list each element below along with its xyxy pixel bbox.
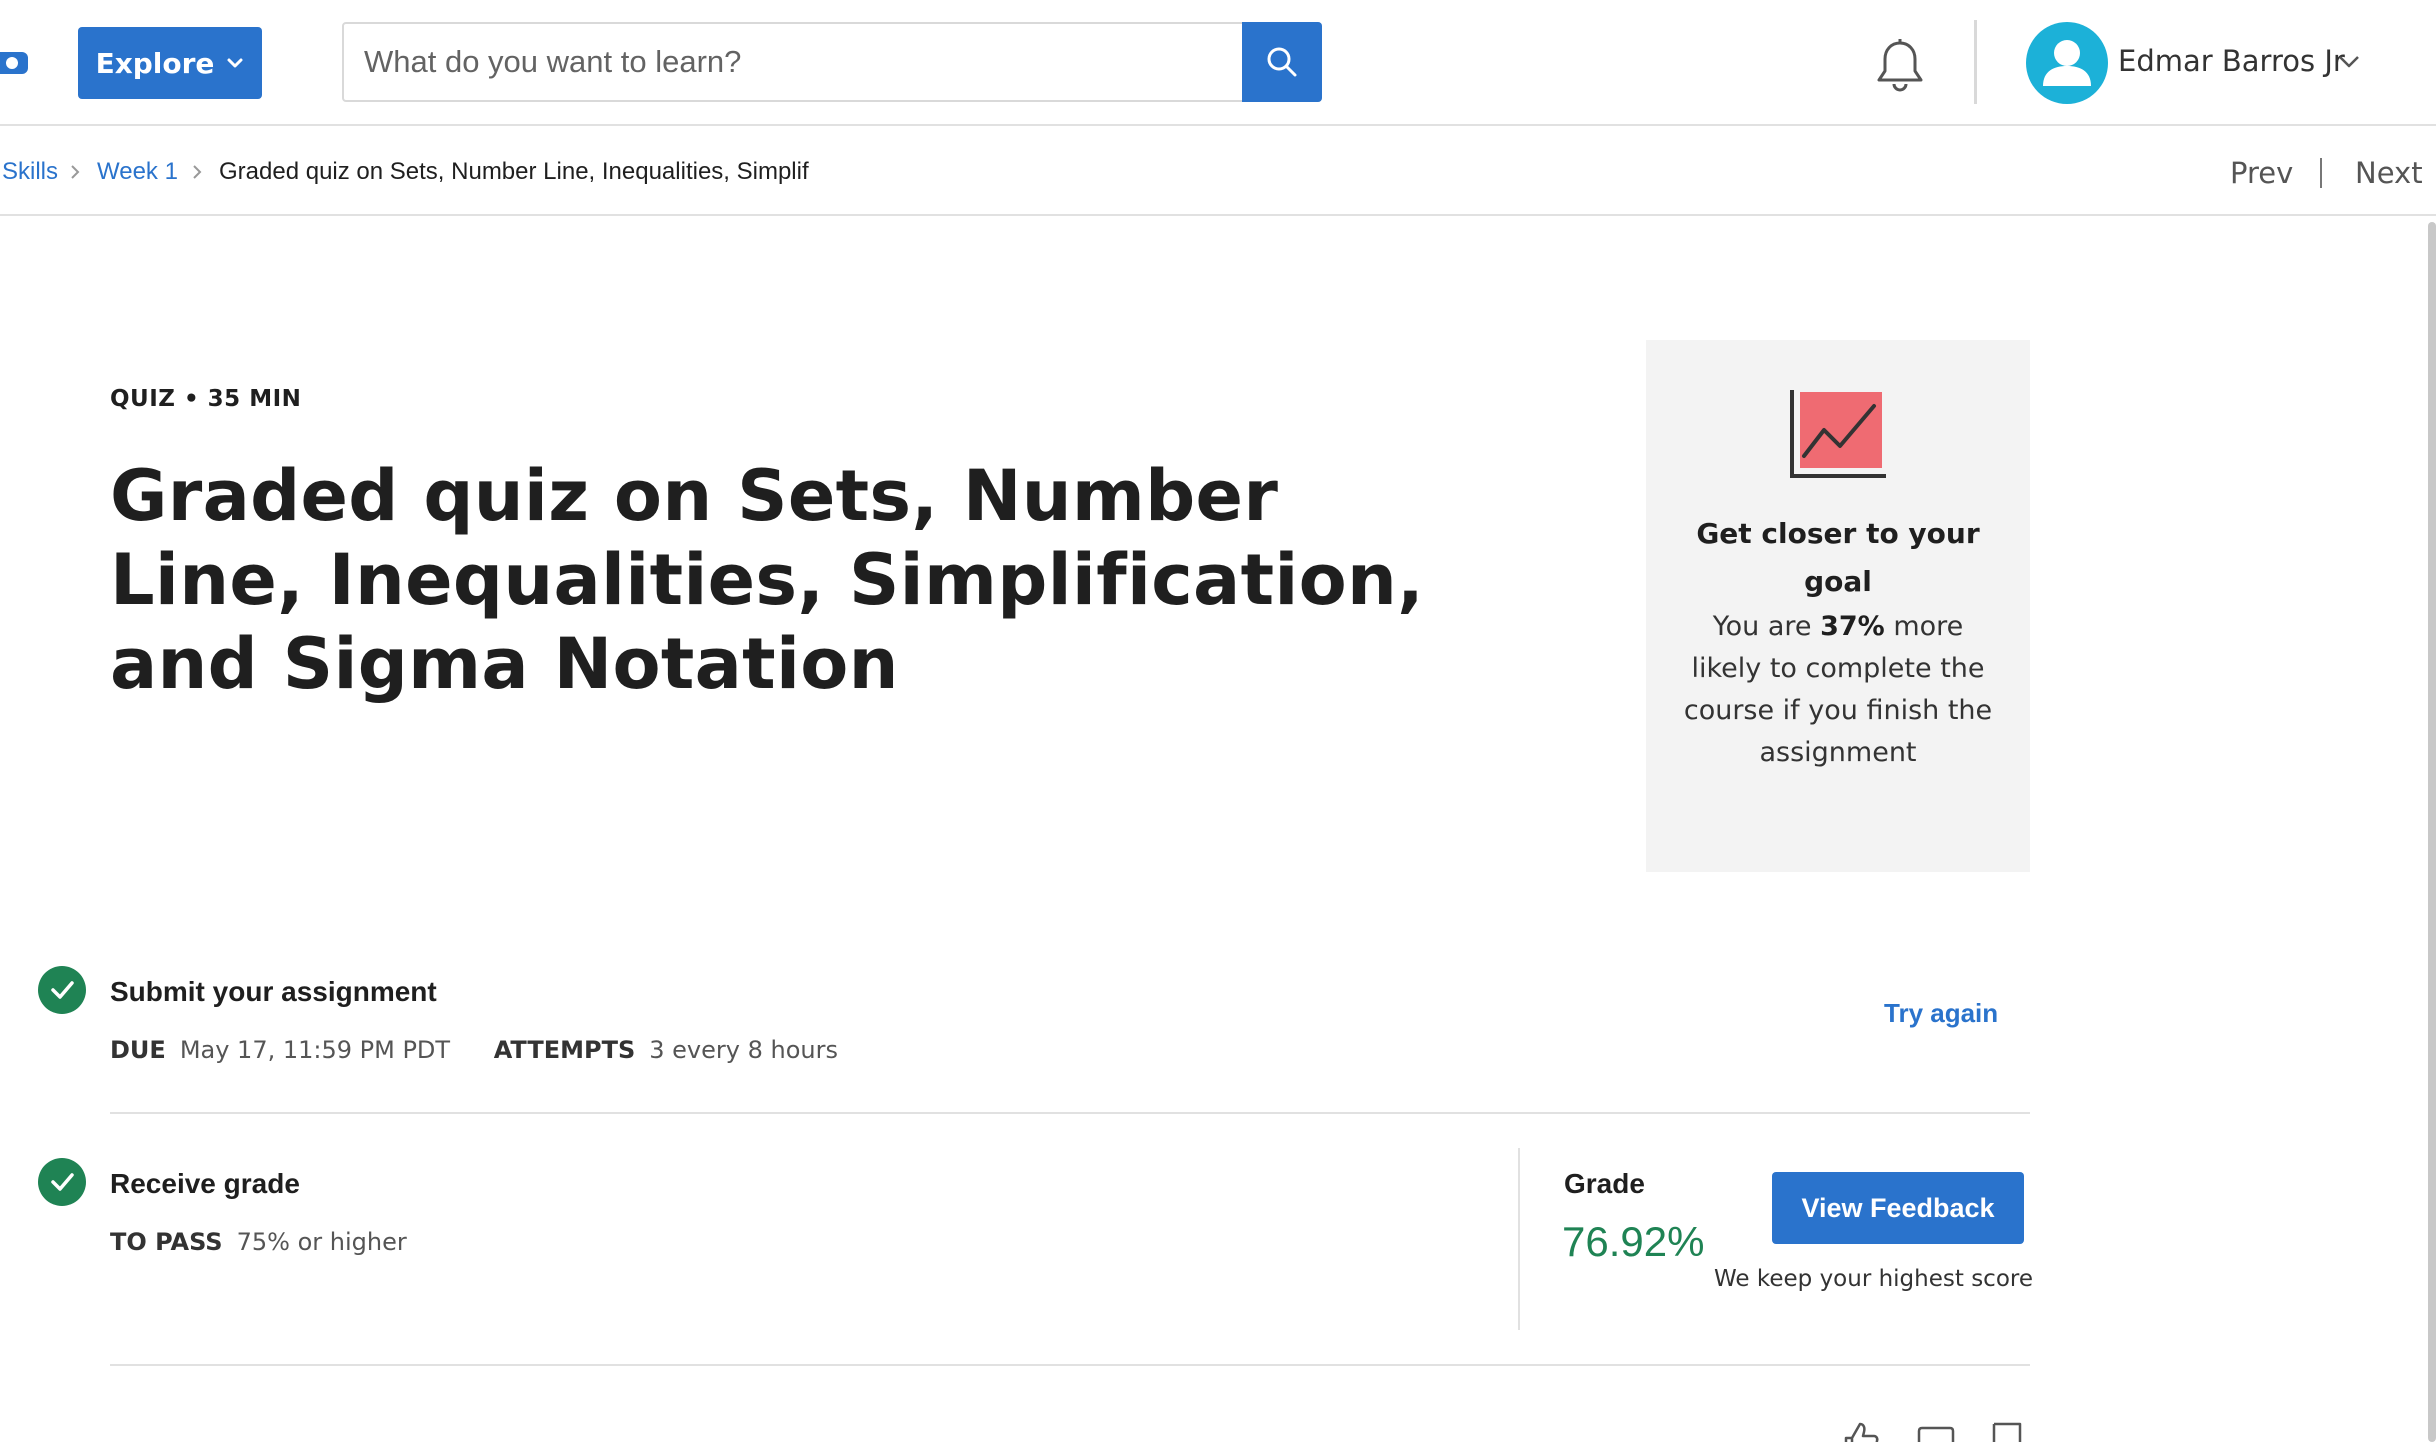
search-button[interactable] xyxy=(1242,22,1322,102)
breadcrumb-item-week[interactable]: Week 1 xyxy=(97,158,178,186)
chevron-down-icon xyxy=(227,58,243,68)
scrollbar[interactable] xyxy=(2428,222,2436,1442)
check-icon xyxy=(38,1158,86,1206)
user-avatar-icon xyxy=(2043,40,2091,86)
submit-step-title: Submit your assignment xyxy=(110,976,437,1007)
pager-divider xyxy=(2320,158,2322,188)
top-navigation: Explore Edmar Barros Jr xyxy=(0,0,2436,126)
next-link[interactable]: Next xyxy=(2355,156,2423,190)
grade-divider xyxy=(1518,1148,1520,1330)
page-title: Graded quiz on Sets, Number Line, Inequa… xyxy=(110,455,1425,705)
goal-card: Get closer to your goal You are 37% more… xyxy=(1646,340,2030,872)
search-input[interactable] xyxy=(344,24,1242,100)
due-label: DUE xyxy=(110,1036,166,1064)
goal-percent: 37% xyxy=(1820,611,1885,642)
highest-score-note: We keep your highest score xyxy=(1714,1266,2034,1292)
submit-step-meta: DUE May 17, 11:59 PM PDT ATTEMPTS 3 every … xyxy=(110,1036,838,1064)
to-pass-value: 75% or higher xyxy=(236,1228,407,1256)
bell-icon[interactable] xyxy=(1874,38,1926,94)
grade-step-title: Receive grade xyxy=(110,1168,300,1199)
thumbs-up-icon[interactable] xyxy=(1840,1420,1880,1442)
user-name[interactable]: Edmar Barros Jr xyxy=(2118,44,2345,78)
header-divider xyxy=(1974,20,1977,104)
breadcrumb: Skills Week 1 Graded quiz on Sets, Numbe… xyxy=(0,128,2436,216)
attempts-value: 3 every 8 hours xyxy=(649,1036,838,1064)
attempts-label: ATTEMPTS xyxy=(493,1036,636,1064)
chevron-down-icon[interactable] xyxy=(2338,54,2360,70)
quiz-meta: QUIZ • 35 MIN xyxy=(110,386,302,412)
goal-text: You are 37% more likely to complete the … xyxy=(1683,611,1993,768)
view-feedback-button[interactable]: View Feedback xyxy=(1772,1172,2024,1244)
prev-link[interactable]: Prev xyxy=(2230,156,2293,190)
try-again-link[interactable]: Try again xyxy=(1884,998,1998,1029)
logo-fragment-icon[interactable] xyxy=(0,48,30,78)
progress-chart-icon xyxy=(1790,390,1886,478)
search-box xyxy=(342,22,1322,102)
explore-button[interactable]: Explore xyxy=(78,27,262,99)
grade-step-meta: TO PASS 75% or higher xyxy=(110,1228,407,1256)
comment-icon[interactable] xyxy=(1916,1420,1956,1442)
to-pass-label: TO PASS xyxy=(110,1228,223,1256)
avatar[interactable] xyxy=(2026,22,2108,104)
explore-label: Explore xyxy=(95,46,215,80)
breadcrumb-item-skills[interactable]: Skills xyxy=(2,158,58,186)
due-value: May 17, 11:59 PM PDT xyxy=(179,1036,451,1064)
chevron-right-icon xyxy=(71,165,80,179)
goal-heading: Get closer to your goal xyxy=(1696,517,1980,598)
section-divider xyxy=(110,1112,2030,1114)
search-icon xyxy=(1267,47,1297,77)
section-divider xyxy=(110,1364,2030,1366)
check-icon xyxy=(38,966,86,1014)
breadcrumb-current: Graded quiz on Sets, Number Line, Inequa… xyxy=(219,158,809,185)
grade-label: Grade xyxy=(1564,1168,1645,1199)
chevron-right-icon xyxy=(193,165,202,179)
grade-value: 76.92% xyxy=(1562,1218,1705,1265)
flag-icon[interactable] xyxy=(1988,1420,2028,1442)
